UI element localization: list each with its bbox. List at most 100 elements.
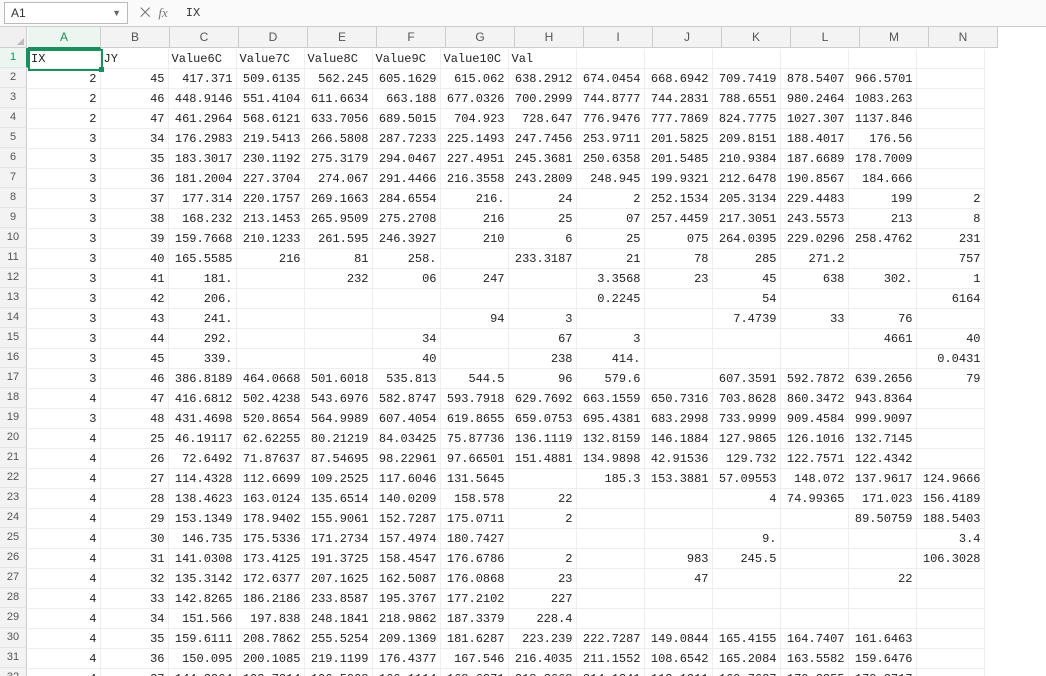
cell[interactable]: 2 [28,89,100,109]
cell[interactable]: 24 [508,189,576,209]
cell[interactable]: 131.5645 [440,469,508,489]
cell[interactable] [780,549,848,569]
cell[interactable]: 241. [168,309,236,329]
row-header-11[interactable]: 11 [0,248,27,268]
cell[interactable]: 171.2734 [304,529,372,549]
cell[interactable]: 218.9862 [372,609,440,629]
cell[interactable]: 34 [100,129,168,149]
cell[interactable]: 266.5808 [304,129,372,149]
cell[interactable]: 3 [28,409,100,429]
cell[interactable]: 683.2998 [644,409,712,429]
cell[interactable]: 181. [168,269,236,289]
cell[interactable]: 227.3704 [236,169,304,189]
cell[interactable] [780,329,848,349]
cell[interactable]: 97.66501 [440,449,508,469]
cell[interactable] [236,269,304,289]
cell[interactable]: 122.7571 [780,449,848,469]
cell[interactable]: 165.5585 [168,249,236,269]
cell[interactable]: 615.062 [440,69,508,89]
cell[interactable]: 274.067 [304,169,372,189]
cell[interactable] [916,389,984,409]
cell[interactable] [644,289,712,309]
cell[interactable] [848,249,916,269]
cell[interactable]: 79 [916,369,984,389]
row-header-5[interactable]: 5 [0,128,27,148]
cell[interactable]: 075 [644,229,712,249]
cell[interactable]: 199 [848,189,916,209]
cell[interactable]: 96 [508,369,576,389]
cell[interactable]: 163.5582 [780,649,848,669]
cell[interactable]: 788.6551 [712,89,780,109]
cell[interactable]: 176.0868 [440,569,508,589]
cell[interactable]: 81 [304,249,372,269]
cell[interactable]: 582.8747 [372,389,440,409]
fx-icon[interactable]: fx [158,5,167,21]
cell[interactable] [644,509,712,529]
cell[interactable]: 113.1311 [644,669,712,676]
cell[interactable]: 84.03425 [372,429,440,449]
cell[interactable] [576,589,644,609]
cell[interactable]: 668.6942 [644,69,712,89]
cell[interactable]: 28 [100,489,168,509]
cell[interactable]: 248.945 [576,169,644,189]
cell[interactable]: 33 [780,309,848,329]
row-header-30[interactable]: 30 [0,628,27,648]
cell[interactable] [508,289,576,309]
cell[interactable]: 72.6492 [168,449,236,469]
cell[interactable]: 860.3472 [780,389,848,409]
cell[interactable] [916,149,984,169]
cell[interactable]: 183.3017 [168,149,236,169]
cell[interactable]: 153.1349 [168,509,236,529]
cell[interactable]: 87.54695 [304,449,372,469]
cell[interactable]: 156.4189 [916,489,984,509]
cell[interactable]: 181.2004 [168,169,236,189]
cell[interactable]: 0.2245 [576,289,644,309]
row-header-22[interactable]: 22 [0,468,27,488]
cell[interactable]: 663.188 [372,89,440,109]
cell[interactable]: 2 [508,549,576,569]
cell[interactable]: 165.4155 [712,629,780,649]
cell[interactable]: 22 [508,489,576,509]
cell[interactable]: 607.4054 [372,409,440,429]
cell[interactable]: 744.8777 [576,89,644,109]
row-header-20[interactable]: 20 [0,428,27,448]
cell[interactable] [916,109,984,129]
cell[interactable]: 219.5413 [236,129,304,149]
cell[interactable]: 159.7668 [168,229,236,249]
cell[interactable]: 169.7637 [712,669,780,676]
cell[interactable] [712,609,780,629]
cell[interactable]: 109.2525 [304,469,372,489]
cell[interactable]: 37 [100,669,168,676]
cell[interactable]: 3 [28,329,100,349]
cell[interactable]: 265.9509 [304,209,372,229]
cell[interactable]: 210.9384 [712,149,780,169]
cell[interactable]: 178.7009 [848,149,916,169]
cell[interactable]: 703.8628 [712,389,780,409]
cell[interactable]: 134.9898 [576,449,644,469]
cell[interactable]: 3 [28,269,100,289]
cell[interactable]: 25 [508,209,576,229]
cell[interactable]: 502.4238 [236,389,304,409]
cell[interactable]: 219.1199 [304,649,372,669]
cell[interactable]: 607.3591 [712,369,780,389]
cell[interactable]: 23 [644,269,712,289]
cell[interactable]: 1 [916,269,984,289]
cell[interactable]: 3 [28,229,100,249]
cell[interactable]: 207.1625 [304,569,372,589]
cell[interactable]: 689.5015 [372,109,440,129]
cell[interactable]: 146.735 [168,529,236,549]
cell[interactable]: 416.6812 [168,389,236,409]
cell[interactable]: 151.566 [168,609,236,629]
cell[interactable]: 264.0395 [712,229,780,249]
cell[interactable]: 414. [576,349,644,369]
cell[interactable]: 205.3134 [712,189,780,209]
cell[interactable]: 80.21219 [304,429,372,449]
cell[interactable] [576,49,644,69]
cell[interactable] [780,509,848,529]
cell[interactable]: 171.023 [848,489,916,509]
cell[interactable] [848,349,916,369]
cell[interactable] [576,509,644,529]
cell[interactable]: 40 [372,349,440,369]
cell[interactable]: 3 [28,129,100,149]
cell[interactable]: 164.7407 [780,629,848,649]
